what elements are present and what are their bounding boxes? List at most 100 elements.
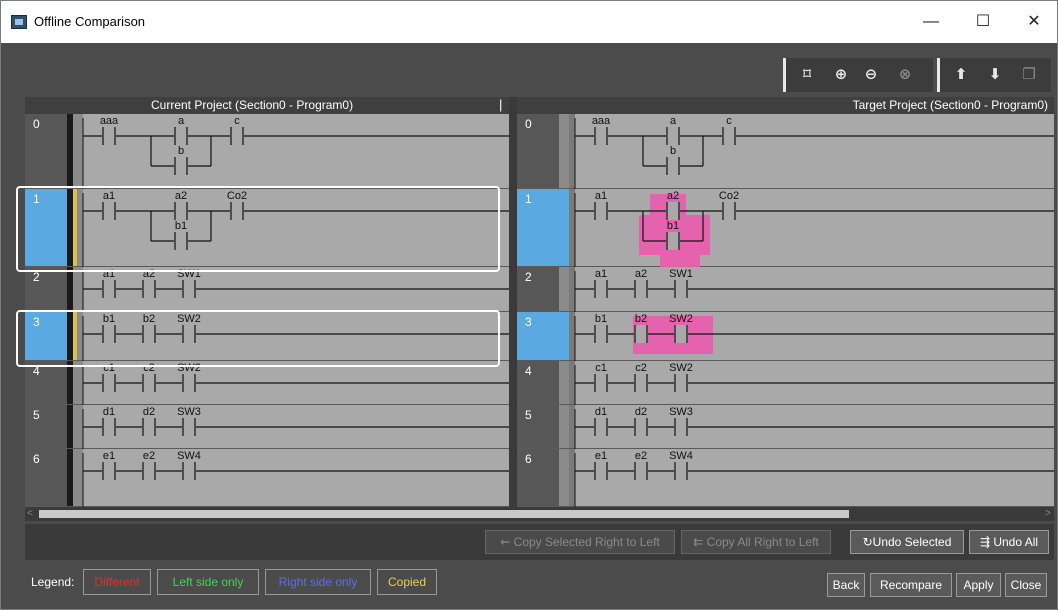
rung-margin (73, 449, 83, 506)
right-rung-1[interactable]: 1 a1 a2 Co2 b1 (517, 189, 1054, 267)
svg-text:SW2: SW2 (177, 362, 201, 374)
legend-label: Legend: (31, 575, 75, 589)
left-ladder-diagram[interactable]: a1 a2 SW1 (82, 267, 509, 312)
right-ladder-diagram[interactable]: d1 d2 SW3 (574, 405, 1054, 449)
left-ladder-diagram[interactable]: c1 c2 SW2 (82, 361, 509, 405)
undo-all-button[interactable]: ⇶ Undo All (969, 530, 1049, 554)
right-rung-number: 5 (517, 405, 559, 448)
copy-icon[interactable]: ❐ (1018, 64, 1040, 86)
left-rung-number: 0 (25, 114, 67, 188)
svg-text:e1: e1 (103, 450, 115, 462)
right-ladder-diagram[interactable]: a1 a2 SW1 (574, 267, 1054, 312)
rung-margin (73, 267, 83, 311)
zoom-100-icon[interactable]: ⊗ (894, 64, 916, 86)
svg-text:e2: e2 (635, 450, 647, 462)
rung-margin (559, 312, 569, 360)
left-rung-4[interactable]: 4 c1 c2 SW2 (25, 361, 509, 405)
zoom-out-icon[interactable]: ⊖ (860, 64, 882, 86)
fit-to-window-icon[interactable]: ⌑ (796, 64, 818, 86)
right-rung-0[interactable]: 0 aaa a c b (517, 114, 1054, 189)
copy-all-right-to-left-button[interactable]: ⇇ Copy All Right to Left (681, 530, 831, 554)
zoom-in-icon[interactable]: ⊕ (830, 64, 852, 86)
right-rung-number: 3 (517, 312, 559, 360)
svg-text:a1: a1 (595, 190, 607, 202)
close-button[interactable]: Close (1005, 573, 1047, 597)
title-bar: Offline Comparison — ☐ ✕ (1, 1, 1057, 43)
legend-copied: Copied (377, 569, 437, 595)
svg-text:a: a (178, 115, 185, 127)
scroll-left-icon[interactable]: < (27, 508, 33, 519)
ladder-svg: aaa a cb (82, 115, 509, 189)
svg-text:b1: b1 (667, 220, 679, 232)
scroll-right-icon[interactable]: > (1045, 508, 1051, 519)
ladder-svg: a1 a2 SW1 (574, 268, 1054, 312)
copy-selected-right-to-left-button[interactable]: ⇜ Copy Selected Right to Left (485, 530, 675, 554)
left-rung-0[interactable]: 0 aaa a c b (25, 114, 509, 189)
rung-margin (559, 114, 569, 188)
right-rung-3[interactable]: 3 b1 b2 SW2 (517, 312, 1054, 361)
svg-text:d1: d1 (103, 406, 115, 418)
right-rung-4[interactable]: 4 c1 c2 SW2 (517, 361, 1054, 405)
left-rung-5[interactable]: 5 d1 d2 SW3 (25, 405, 509, 449)
right-rung-6[interactable]: 6 e1 e2 SW4 (517, 449, 1054, 507)
left-rung-1[interactable]: 1 a1 a2 Co2 b1 (25, 189, 509, 267)
recompare-button[interactable]: Recompare (870, 573, 952, 597)
left-ladder-diagram[interactable]: aaa a c b (82, 114, 509, 189)
minimize-button[interactable]: — (909, 9, 953, 35)
navigation-toolbar: ⬆ ⬇ ❐ (937, 58, 1051, 92)
current-project-pane[interactable]: Current Project (Section0 - Program0) | … (25, 97, 509, 507)
right-rung-2[interactable]: 2 a1 a2 SW1 (517, 267, 1054, 312)
left-rung-2[interactable]: 2 a1 a2 SW1 (25, 267, 509, 312)
undo-all-icon: ⇶ (979, 535, 990, 549)
right-ladder-diagram[interactable]: b1 b2 SW2 (574, 312, 1054, 361)
rung-margin (73, 405, 83, 448)
ladder-svg: aaa a cb (574, 115, 1054, 189)
apply-button[interactable]: Apply (956, 573, 1001, 597)
next-difference-icon[interactable]: ⬇ (984, 64, 1006, 86)
right-ladder-diagram[interactable]: e1 e2 SW4 (574, 449, 1054, 507)
left-ladder-diagram[interactable]: d1 d2 SW3 (82, 405, 509, 449)
maximize-button[interactable]: ☐ (961, 9, 1005, 35)
right-ladder-diagram[interactable]: c1 c2 SW2 (574, 361, 1054, 405)
svg-text:SW1: SW1 (177, 268, 201, 280)
copy-all-icon: ⇇ (693, 535, 704, 549)
pane-splitter[interactable] (509, 97, 517, 507)
svg-text:a1: a1 (103, 268, 115, 280)
rung-margin (559, 267, 569, 311)
copy-arrow-icon: ⇜ (500, 535, 511, 549)
undo-selected-button[interactable]: ↻Undo Selected (850, 530, 964, 554)
svg-text:SW1: SW1 (669, 268, 693, 280)
svg-text:a2: a2 (143, 268, 155, 280)
svg-text:e1: e1 (595, 450, 607, 462)
left-rung-6[interactable]: 6 e1 e2 SW4 (25, 449, 509, 507)
svg-text:a: a (670, 115, 677, 127)
right-ladder-diagram[interactable]: aaa a c b (574, 114, 1054, 189)
svg-text:SW3: SW3 (177, 406, 201, 418)
left-rung-3[interactable]: 3 b1 b2 SW2 (25, 312, 509, 361)
ladder-svg: c1 c2 SW2 (82, 362, 509, 405)
ladder-svg: a1 a2 Co2 b1 (574, 190, 1054, 267)
left-ladder-diagram[interactable]: b1 b2 SW2 (82, 312, 509, 361)
horizontal-scrollbar[interactable]: < > (25, 507, 1054, 521)
target-project-pane[interactable]: Target Project (Section0 - Program0) 0 aa… (517, 97, 1054, 507)
svg-text:b1: b1 (103, 313, 115, 325)
svg-text:Co2: Co2 (227, 190, 247, 202)
svg-text:SW4: SW4 (669, 450, 693, 462)
legend-different: Different (83, 569, 151, 595)
svg-text:aaa: aaa (592, 115, 611, 127)
left-rung-number: 4 (25, 361, 67, 404)
left-ladder-diagram[interactable]: a1 a2 Co2 b1 (82, 189, 509, 267)
close-window-button[interactable]: ✕ (1012, 9, 1056, 35)
back-button[interactable]: Back (827, 573, 865, 597)
scrollbar-thumb[interactable] (39, 510, 849, 518)
left-ladder-diagram[interactable]: e1 e2 SW4 (82, 449, 509, 507)
right-ladder-diagram[interactable]: a1 a2 Co2 b1 (574, 189, 1054, 267)
svg-text:a2: a2 (635, 268, 647, 280)
right-rung-5[interactable]: 5 d1 d2 SW3 (517, 405, 1054, 449)
offline-comparison-window: Offline Comparison — ☐ ✕ ⌑ ⊕ ⊖ ⊗ ⬆ ⬇ ❐ C… (0, 0, 1058, 610)
svg-text:SW3: SW3 (669, 406, 693, 418)
svg-text:SW2: SW2 (177, 313, 201, 325)
previous-difference-icon[interactable]: ⬆ (950, 64, 972, 86)
svg-text:a1: a1 (595, 268, 607, 280)
rung-margin (559, 361, 569, 404)
